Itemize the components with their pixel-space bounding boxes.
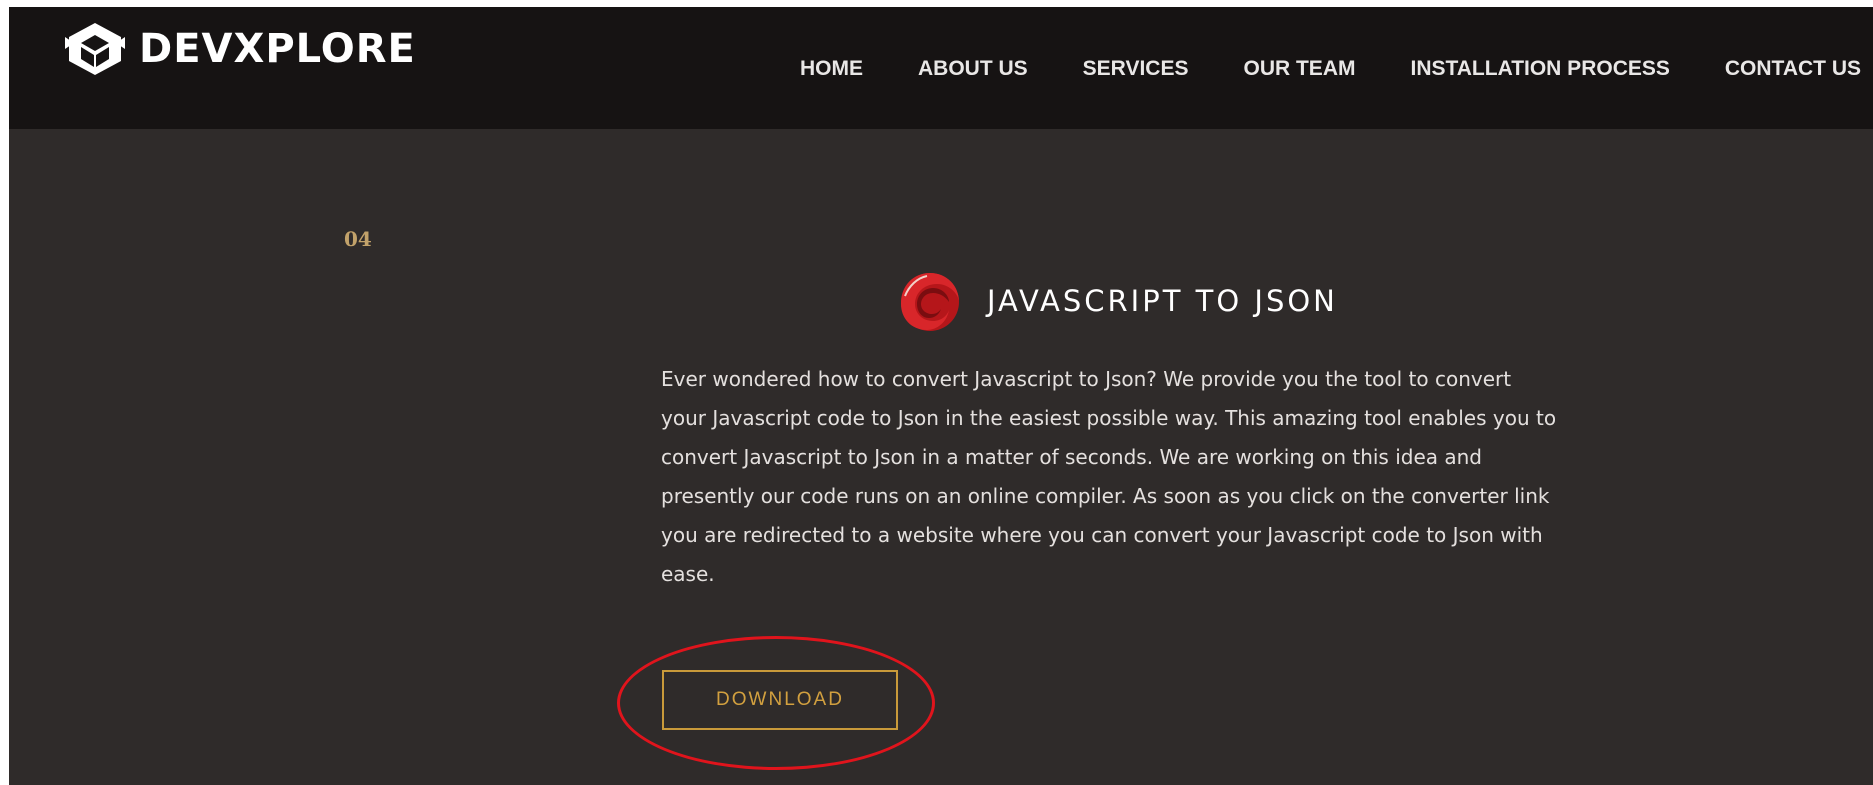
nav-link-our-team[interactable]: OUR TEAM	[1243, 57, 1355, 81]
nav-link-installation-process[interactable]: INSTALLATION PROCESS	[1410, 57, 1669, 81]
brand-logo-link[interactable]: DEVXPLORE	[63, 19, 416, 79]
nav-link-about-us[interactable]: ABOUT US	[918, 57, 1028, 81]
page: DEVXPLORE HOME ABOUT US SERVICES OUR TEA…	[9, 0, 1873, 785]
swirl-logo-icon	[901, 273, 959, 331]
main-nav: HOME ABOUT US SERVICES OUR TEAM INSTALLA…	[800, 57, 1873, 81]
service-title: JAVASCRIPT TO JSON	[987, 284, 1338, 318]
nav-link-home[interactable]: HOME	[800, 57, 863, 81]
hexagon-cube-logo-icon	[65, 23, 125, 75]
nav-link-services[interactable]: SERVICES	[1083, 57, 1189, 81]
service-header: JAVASCRIPT TO JSON	[895, 266, 1338, 336]
nav-link-contact-us[interactable]: CONTACT US	[1725, 57, 1861, 81]
brand-name: DEVXPLORE	[139, 26, 416, 72]
navbar: DEVXPLORE HOME ABOUT US SERVICES OUR TEA…	[9, 0, 1873, 129]
service-step-number: 04	[344, 227, 372, 251]
download-button[interactable]: DOWNLOAD	[662, 670, 898, 730]
service-description: Ever wondered how to convert Javascript …	[661, 367, 1557, 586]
